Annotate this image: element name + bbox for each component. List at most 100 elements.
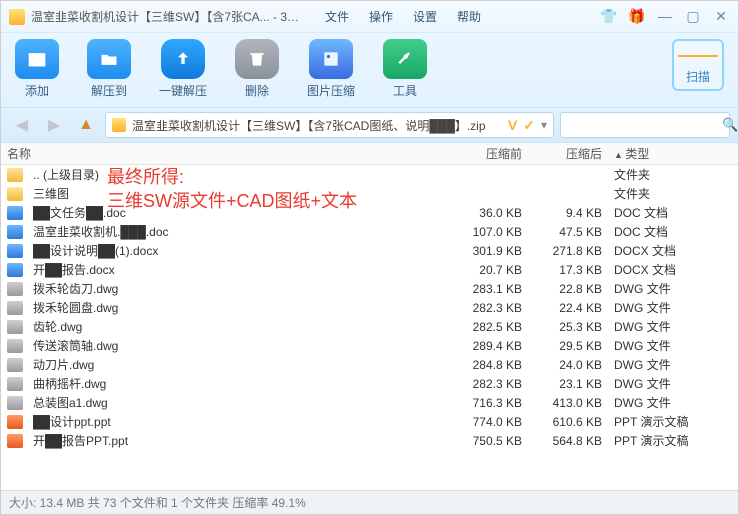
table-row[interactable]: 曲柄摇杆.dwg282.3 KB23.1 KBDWG 文件	[1, 374, 738, 393]
delete-button[interactable]: 删除	[235, 39, 279, 99]
close-button[interactable]: ✕	[712, 8, 730, 25]
maximize-button[interactable]: ▢	[684, 8, 702, 25]
scan-button[interactable]: 扫描	[672, 39, 724, 91]
menu-help[interactable]: 帮助	[457, 8, 481, 25]
chevron-down-icon[interactable]: ▾	[541, 118, 547, 132]
doc-icon	[7, 206, 23, 220]
table-row[interactable]: .. (上级目录)文件夹	[1, 165, 738, 184]
file-type: DOCX 文档	[608, 242, 738, 259]
breadcrumb[interactable]: 温室韭菜收割机设计【三维SW】【含7张CAD图纸、说明███】.zip V ✓ …	[105, 112, 554, 138]
dwg-icon	[7, 301, 23, 315]
status-bar: 大小: 13.4 MB 共 73 个文件和 1 个文件夹 压缩率 49.1%	[1, 490, 738, 514]
table-row[interactable]: 齿轮.dwg282.5 KB25.3 KBDWG 文件	[1, 317, 738, 336]
table-row[interactable]: 拨禾轮齿刀.dwg283.1 KB22.8 KBDWG 文件	[1, 279, 738, 298]
table-row[interactable]: ██设计ppt.ppt774.0 KB610.6 KBPPT 演示文稿	[1, 412, 738, 431]
table-row[interactable]: ██文任务██.doc36.0 KB9.4 KBDOC 文档	[1, 203, 738, 222]
dwg-icon	[7, 377, 23, 391]
v-badge: V	[508, 117, 517, 133]
dwg-icon	[7, 320, 23, 334]
app-icon	[9, 9, 25, 25]
file-name: 总装图a1.dwg	[27, 394, 448, 411]
size-before: 284.8 KB	[448, 358, 528, 372]
size-after: 25.3 KB	[528, 320, 608, 334]
add-icon	[15, 39, 59, 79]
nav-up-button[interactable]: ▲	[73, 112, 99, 138]
status-text: 大小: 13.4 MB 共 73 个文件和 1 个文件夹 压缩率 49.1%	[9, 494, 306, 511]
table-row[interactable]: 温室韭菜收割机.███.doc107.0 KB47.5 KBDOC 文档	[1, 222, 738, 241]
minimize-button[interactable]: —	[656, 8, 674, 25]
table-row[interactable]: 开██报告PPT.ppt750.5 KB564.8 KBPPT 演示文稿	[1, 431, 738, 450]
search-box[interactable]: 🔍	[560, 112, 730, 138]
table-row[interactable]: 拨禾轮圆盘.dwg282.3 KB22.4 KBDWG 文件	[1, 298, 738, 317]
tools-button[interactable]: 工具	[383, 39, 427, 99]
menu-bar: 文件 操作 设置 帮助	[325, 8, 481, 25]
image-icon	[309, 39, 353, 79]
window-buttons: 👕 🎁 — ▢ ✕	[600, 8, 730, 25]
col-name[interactable]: 名称	[1, 145, 448, 162]
col-before[interactable]: 压缩前	[448, 145, 528, 162]
table-row[interactable]: 动刀片.dwg284.8 KB24.0 KBDWG 文件	[1, 355, 738, 374]
table-row[interactable]: 传送滚筒轴.dwg289.4 KB29.5 KBDWG 文件	[1, 336, 738, 355]
file-name: ██设计说明██(1).docx	[27, 242, 448, 259]
table-row[interactable]: 总装图a1.dwg716.3 KB413.0 KBDWG 文件	[1, 393, 738, 412]
file-type: DWG 文件	[608, 337, 738, 354]
scan-label: 扫描	[686, 68, 710, 85]
gift-icon[interactable]: 🎁	[628, 8, 646, 25]
folder-icon	[87, 39, 131, 79]
file-type: DWG 文件	[608, 394, 738, 411]
menu-operate[interactable]: 操作	[369, 8, 393, 25]
file-name: 拨禾轮圆盘.dwg	[27, 299, 448, 316]
folder-icon	[7, 187, 23, 201]
ppt-icon	[7, 415, 23, 429]
dwg-icon	[7, 396, 23, 410]
file-type: 文件夹	[608, 185, 738, 202]
size-before: 107.0 KB	[448, 225, 528, 239]
size-before: 289.4 KB	[448, 339, 528, 353]
toolbar: 添加 解压到 一键解压 删除 图片压缩 工具 扫描	[1, 33, 738, 108]
back-icon	[7, 168, 23, 182]
size-after: 9.4 KB	[528, 206, 608, 220]
file-name: ██文任务██.doc	[27, 204, 448, 221]
archive-icon	[112, 118, 126, 132]
size-before: 774.0 KB	[448, 415, 528, 429]
doc-icon	[7, 263, 23, 277]
ppt-icon	[7, 434, 23, 448]
dwg-icon	[7, 358, 23, 372]
col-type[interactable]: 类型	[608, 145, 738, 162]
file-type: DWG 文件	[608, 280, 738, 297]
col-after[interactable]: 压缩后	[528, 145, 608, 162]
table-row[interactable]: 三维图 文件夹	[1, 184, 738, 203]
file-name: 动刀片.dwg	[27, 356, 448, 373]
doc-icon	[7, 225, 23, 239]
search-icon[interactable]: 🔍	[722, 117, 738, 133]
table-row[interactable]: ██设计说明██(1).docx301.9 KB271.8 KBDOCX 文档	[1, 241, 738, 260]
one-click-extract-button[interactable]: 一键解压	[159, 39, 207, 99]
image-compress-button[interactable]: 图片压缩	[307, 39, 355, 99]
doc-icon	[7, 244, 23, 258]
window-title: 温室韭菜收割机设计【三维SW】【含7张CA... - 360压缩	[31, 8, 301, 25]
menu-file[interactable]: 文件	[325, 8, 349, 25]
skin-icon[interactable]: 👕	[600, 8, 618, 25]
size-after: 24.0 KB	[528, 358, 608, 372]
menu-settings[interactable]: 设置	[413, 8, 437, 25]
column-headers: 名称 压缩前 压缩后 类型	[1, 143, 738, 165]
file-type: 文件夹	[608, 166, 738, 183]
table-row[interactable]: 开██报告.docx20.7 KB17.3 KBDOCX 文档	[1, 260, 738, 279]
titlebar: 温室韭菜收割机设计【三维SW】【含7张CA... - 360压缩 文件 操作 设…	[1, 1, 738, 33]
size-before: 282.3 KB	[448, 301, 528, 315]
add-button[interactable]: 添加	[15, 39, 59, 99]
size-after: 564.8 KB	[528, 434, 608, 448]
file-name: 传送滚筒轴.dwg	[27, 337, 448, 354]
file-type: DOC 文档	[608, 223, 738, 240]
size-after: 29.5 KB	[528, 339, 608, 353]
search-input[interactable]	[567, 118, 722, 132]
extract-to-button[interactable]: 解压到	[87, 39, 131, 99]
file-type: DWG 文件	[608, 375, 738, 392]
file-type: PPT 演示文稿	[608, 413, 738, 430]
file-name: 开██报告PPT.ppt	[27, 432, 448, 449]
breadcrumb-text: 温室韭菜收割机设计【三维SW】【含7张CAD图纸、说明███】.zip	[132, 117, 502, 134]
file-name: 三维图	[27, 185, 448, 202]
dwg-icon	[7, 339, 23, 353]
file-name: 曲柄摇杆.dwg	[27, 375, 448, 392]
file-list: 最终所得: 三维SW源文件+CAD图纸+文本 .. (上级目录)文件夹三维图文件…	[1, 165, 738, 490]
